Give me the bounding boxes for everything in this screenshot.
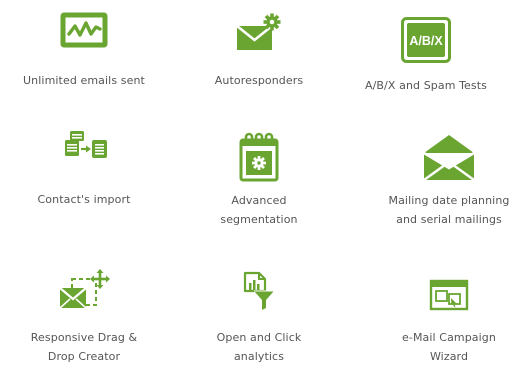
feature-drag-drop-creator: Responsive Drag & Drop Creator xyxy=(0,255,169,365)
contact-import-icon xyxy=(56,129,112,163)
feature-autoresponders: Autoresponders xyxy=(174,0,344,110)
activity-chart-icon xyxy=(60,12,108,48)
feature-campaign-wizard: e-Mail Campaign Wizard xyxy=(364,255,511,365)
feature-label: Advanced segmentation xyxy=(220,194,298,226)
open-envelope-icon xyxy=(420,132,478,182)
feature-label: Unlimited emails sent xyxy=(23,74,145,87)
ab-test-icon: A/B/X xyxy=(400,16,452,64)
campaign-wizard-icon xyxy=(429,279,469,311)
analytics-funnel-icon xyxy=(239,269,279,311)
feature-label: e-Mail Campaign Wizard xyxy=(402,331,496,363)
feature-label: Contact's import xyxy=(37,193,131,206)
feature-advanced-segmentation: Advanced segmentation xyxy=(174,120,344,230)
feature-label: Mailing date planning and serial mailing… xyxy=(388,194,510,226)
drag-envelope-icon xyxy=(56,269,112,311)
feature-label: Open and Click analytics xyxy=(216,331,302,363)
feature-mailing-planning: Mailing date planning and serial mailing… xyxy=(364,120,511,230)
feature-open-click-analytics: Open and Click analytics xyxy=(174,255,344,365)
ab-test-badge-text: A/B/X xyxy=(409,34,443,48)
feature-ab-tests: A/B/X A/B/X and Spam Tests xyxy=(341,0,511,110)
feature-label: Autoresponders xyxy=(214,74,304,87)
calendar-gear-icon xyxy=(237,132,281,182)
feature-label: Responsive Drag & Drop Creator xyxy=(30,331,138,363)
feature-contact-import: Contact's import xyxy=(0,120,169,230)
feature-label: A/B/X and Spam Tests xyxy=(364,79,488,92)
envelope-gear-icon xyxy=(234,12,284,52)
feature-unlimited-emails: Unlimited emails sent xyxy=(0,0,169,110)
